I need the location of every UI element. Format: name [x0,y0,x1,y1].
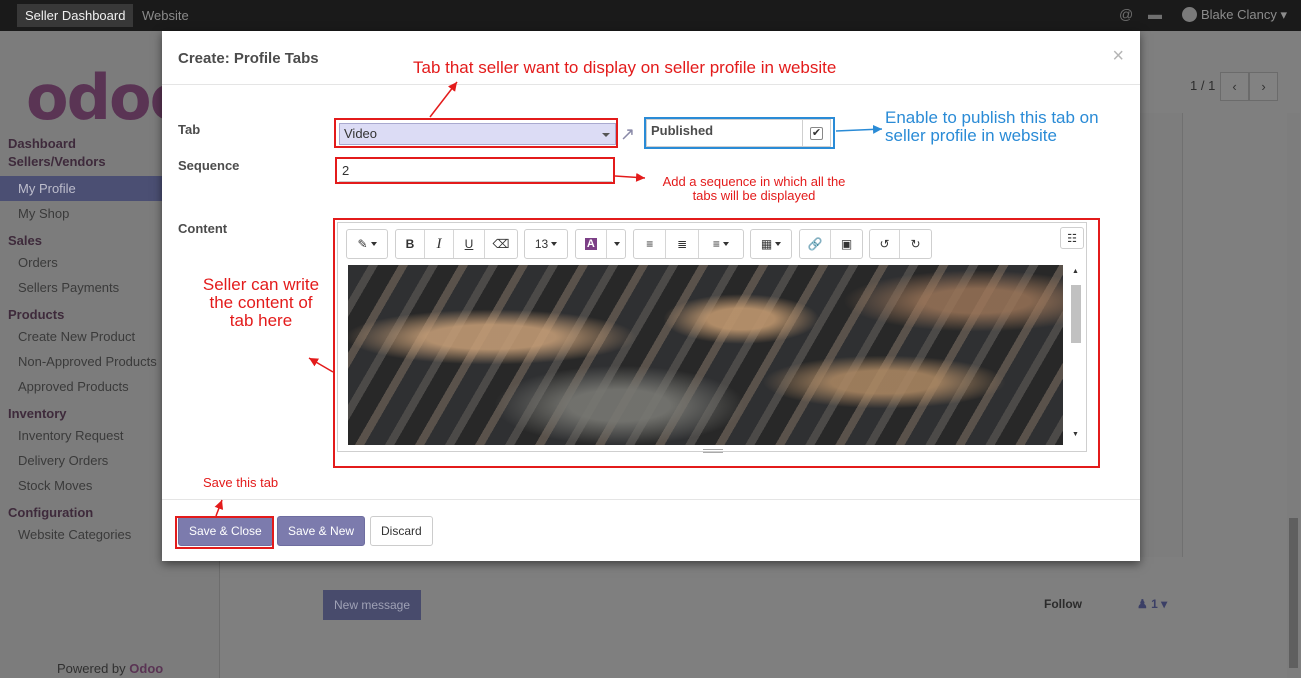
tab-label: Tab [178,122,201,137]
top-navbar: Seller Dashboard Website @ ▬ Blake Clanc… [0,0,1301,31]
content-label: Content [178,221,228,236]
annotation-box-content [333,218,1100,468]
sequence-label: Sequence [178,158,240,173]
annotation-box-save [175,516,274,549]
sidebar-item-my-profile[interactable]: My Profile [0,176,162,201]
powered-by: Powered by Odoo [57,661,164,676]
discard-button[interactable]: Discard [370,516,433,546]
at-sign-icon[interactable]: @ [1119,6,1133,22]
dialog-title: Create: Profile Tabs [178,50,319,67]
annotation-box-sequence [335,157,615,184]
pager-prev-button[interactable]: ‹ [1220,72,1249,101]
chat-icon[interactable]: ▬ [1148,6,1162,22]
dialog-footer: Save & Close Save & New Discard [162,499,1140,561]
app-website[interactable]: Website [134,4,197,27]
followers-count[interactable]: ♟ 1 ▾ [1137,597,1167,611]
annotation-publish-note: Enable to publish this tab on seller pro… [885,108,1099,145]
avatar [1182,7,1197,22]
annotation-box-published [644,117,835,149]
save-new-button[interactable]: Save & New [277,516,366,546]
user-name: Blake Clancy [1201,7,1277,22]
annotation-sequence-note: Add a sequence in which all the tabs wil… [662,174,846,203]
close-icon[interactable]: × [1112,45,1124,68]
annotation-tab-note: Tab that seller want to display on selle… [413,58,837,77]
scrollbar-thumb[interactable] [1289,518,1298,668]
app-seller-dashboard[interactable]: Seller Dashboard [17,4,134,27]
user-menu[interactable]: Blake Clancy ▾ [1182,7,1287,23]
chevron-down-icon: ▾ [1280,7,1288,22]
new-message-button[interactable]: New message [323,590,421,620]
annotation-save-note: Save this tab [203,475,279,490]
follow-button[interactable]: Follow [1044,597,1082,611]
page-scrollbar[interactable] [1287,113,1300,678]
form-sheet [1140,113,1183,557]
external-link-icon[interactable]: ↗ [620,124,635,145]
pager-value: 1 / 1 [1190,78,1216,93]
annotation-box-tab [334,118,618,148]
powered-by-brand[interactable]: Odoo [129,661,163,676]
pager-next-button[interactable]: › [1249,72,1278,101]
annotation-content-note: Seller can write the content of tab here [202,275,320,330]
